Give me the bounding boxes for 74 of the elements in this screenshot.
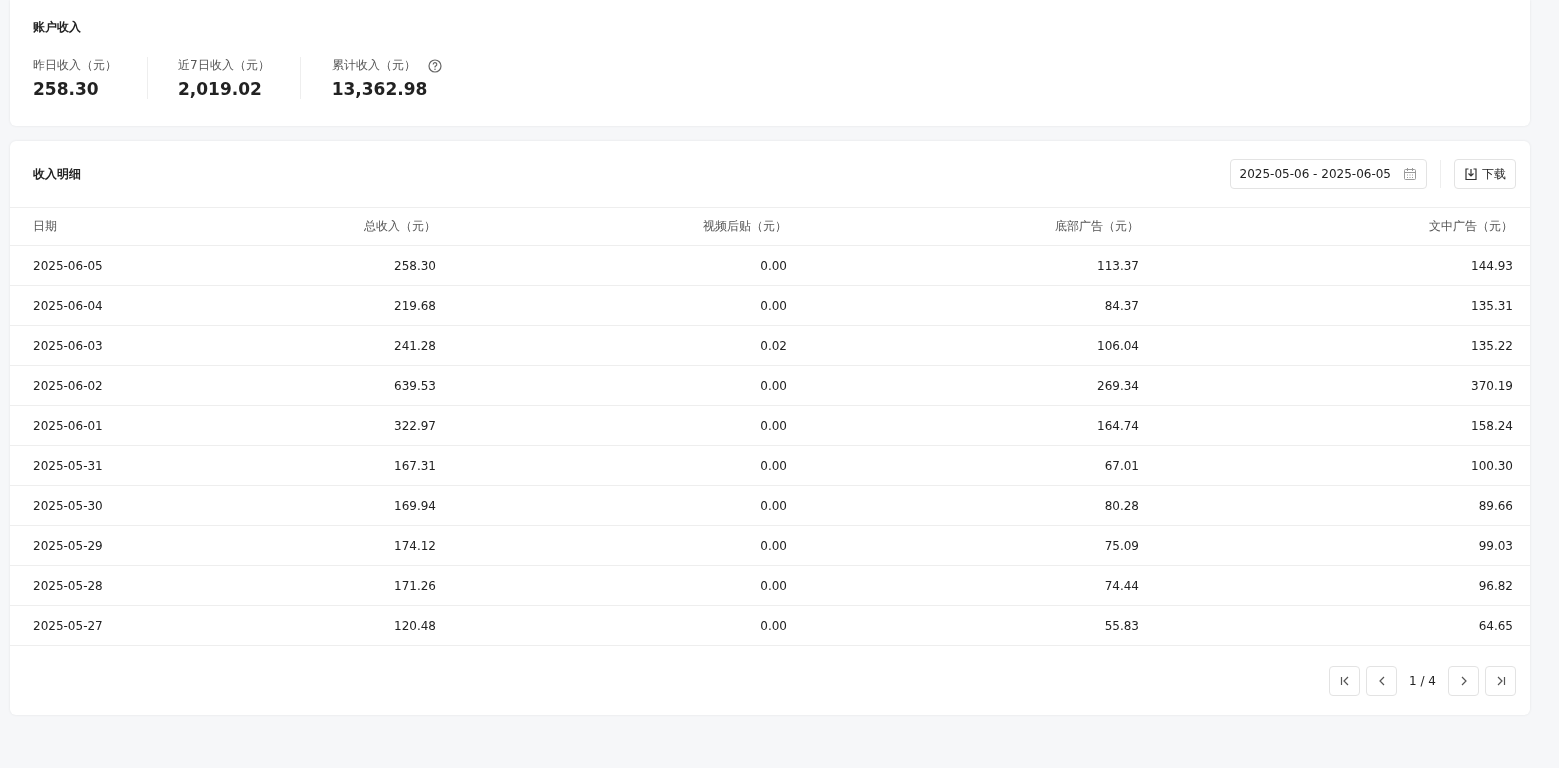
table-cell-text: 322.97 bbox=[393, 418, 437, 433]
table-cell-text: 171.26 bbox=[393, 578, 437, 593]
table-cell-text: 113.37 bbox=[1096, 258, 1140, 273]
table-cell-text: 0.00 bbox=[759, 538, 788, 553]
table-cell-text: 2025-05-27 bbox=[32, 618, 104, 633]
first-page-button[interactable] bbox=[1329, 665, 1361, 696]
stat-value: 2,019.02 bbox=[178, 79, 263, 99]
table-cell-text: 0.00 bbox=[759, 298, 788, 313]
table-cell-text: 2025-06-05 bbox=[32, 258, 104, 273]
table-cell-text: 2025-06-01 bbox=[32, 418, 104, 433]
next-page-button[interactable] bbox=[1448, 665, 1479, 696]
table-cell-text: 55.83 bbox=[1103, 618, 1140, 633]
stat-label: 累计收入（元） bbox=[331, 57, 416, 74]
table-cell-text: 0.00 bbox=[759, 258, 788, 273]
page-indicator: 1 / 4 bbox=[1408, 673, 1437, 688]
table-cell-text: 167.31 bbox=[393, 458, 437, 473]
column-header: 底部广告（元） bbox=[1054, 218, 1140, 235]
column-header: 日期 bbox=[32, 218, 58, 235]
table-cell-text: 100.30 bbox=[1470, 458, 1514, 473]
table-cell-text: 0.00 bbox=[759, 498, 788, 513]
table-cell-text: 84.37 bbox=[1103, 298, 1140, 313]
date-range-picker[interactable]: 2025-05-06 - 2025-06-05 bbox=[1229, 159, 1427, 189]
table-cell-text: 639.53 bbox=[393, 378, 437, 393]
download-button[interactable]: 下载 bbox=[1454, 159, 1516, 189]
table-cell-text: 135.31 bbox=[1470, 298, 1514, 313]
stat-label: 近7日收入（元） bbox=[178, 57, 270, 74]
table-cell-text: 0.00 bbox=[759, 418, 788, 433]
table-cell-text: 96.82 bbox=[1477, 578, 1514, 593]
previous-page-button[interactable] bbox=[1366, 665, 1398, 696]
table-cell-text: 164.74 bbox=[1096, 418, 1140, 433]
stat-value: 13,362.98 bbox=[331, 79, 429, 99]
table-cell-text: 75.09 bbox=[1103, 538, 1140, 553]
table-cell-text: 80.28 bbox=[1103, 498, 1140, 513]
table-cell-text: 0.00 bbox=[759, 578, 788, 593]
table-cell-text: 0.00 bbox=[759, 378, 788, 393]
table-cell-text: 2025-06-02 bbox=[32, 378, 104, 393]
last-page-button[interactable] bbox=[1485, 665, 1516, 696]
table-cell-text: 370.19 bbox=[1470, 378, 1514, 393]
section-title: 收入明细 bbox=[33, 165, 81, 183]
table-cell-text: 2025-05-30 bbox=[32, 498, 104, 513]
table-cell-text: 269.34 bbox=[1096, 378, 1140, 393]
table-cell-text: 2025-06-04 bbox=[32, 298, 104, 313]
table-cell-text: 2025-05-28 bbox=[32, 578, 104, 593]
table-cell-text: 106.04 bbox=[1096, 338, 1140, 353]
table-cell-text: 89.66 bbox=[1477, 498, 1514, 513]
calendar-icon bbox=[1403, 167, 1417, 181]
table-cell-text: 67.01 bbox=[1103, 458, 1140, 473]
table-cell-text: 64.65 bbox=[1477, 618, 1514, 633]
column-header: 文中广告（元） bbox=[1428, 218, 1514, 235]
section-title: 账户收入 bbox=[33, 19, 82, 36]
table-cell-text: 0.00 bbox=[759, 458, 788, 473]
column-header: 总收入（元） bbox=[363, 218, 437, 235]
table-cell-text: 120.48 bbox=[393, 618, 437, 633]
table-cell-text: 174.12 bbox=[393, 538, 437, 553]
help-icon[interactable] bbox=[427, 58, 442, 73]
table-cell-text: 158.24 bbox=[1470, 418, 1514, 433]
table-cell-text: 2025-06-03 bbox=[32, 338, 104, 353]
first-page-icon bbox=[1338, 674, 1351, 687]
stat-label: 昨日收入（元） bbox=[33, 57, 117, 74]
table-cell-text: 241.28 bbox=[393, 338, 437, 353]
table-cell-text: 144.93 bbox=[1470, 258, 1514, 273]
download-icon bbox=[1464, 167, 1478, 181]
table-cell-text: 2025-05-29 bbox=[32, 538, 104, 553]
table-cell-text: 0.02 bbox=[759, 338, 788, 353]
table-cell-text: 0.00 bbox=[759, 618, 788, 633]
table-cell-text: 74.44 bbox=[1103, 578, 1140, 593]
stat-value: 258.30 bbox=[33, 79, 100, 99]
column-header: 视频后贴（元） bbox=[702, 218, 788, 235]
table-cell-text: 2025-05-31 bbox=[32, 458, 104, 473]
table-cell-text: 258.30 bbox=[393, 258, 437, 273]
table-cell-text: 99.03 bbox=[1477, 538, 1514, 553]
table-cell-text: 169.94 bbox=[393, 498, 437, 513]
table-cell-text: 219.68 bbox=[393, 298, 437, 313]
table-cell-text: 135.22 bbox=[1470, 338, 1514, 353]
